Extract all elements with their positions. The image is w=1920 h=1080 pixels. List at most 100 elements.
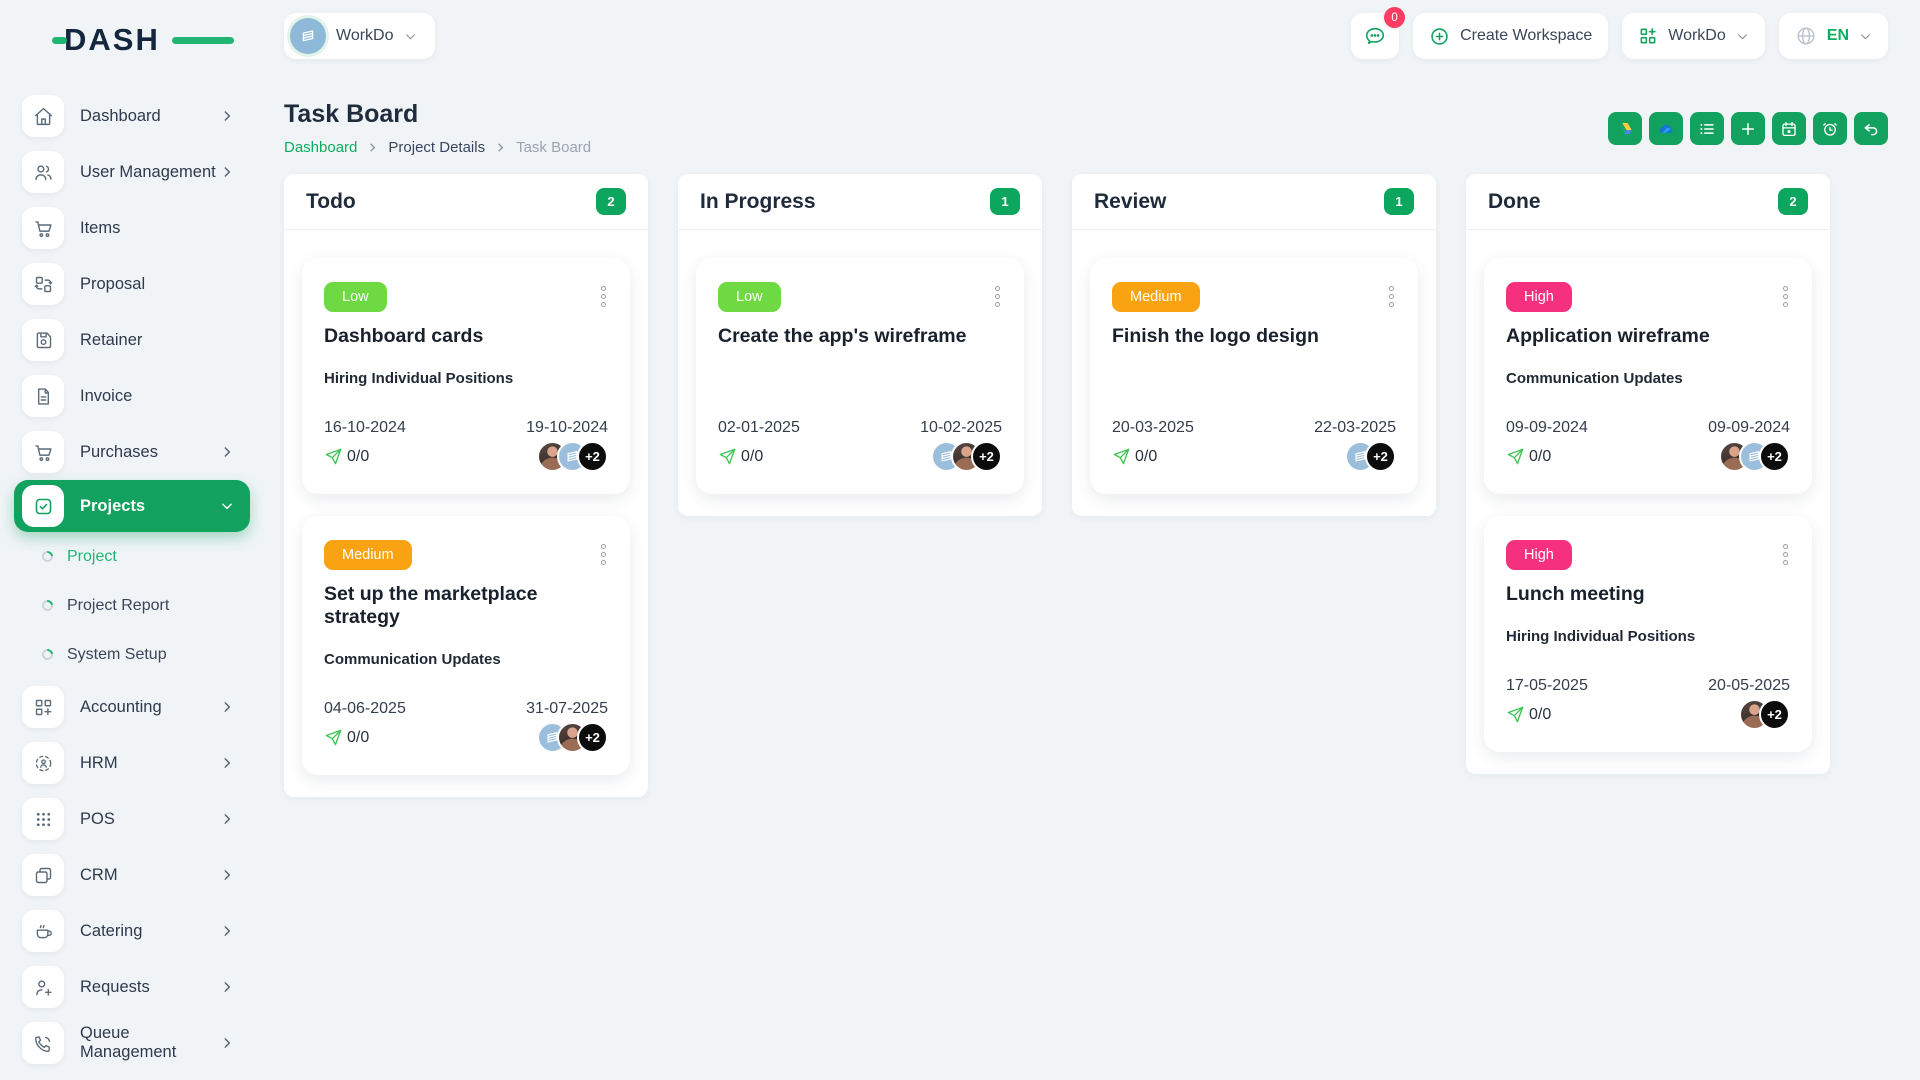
breadcrumb-dashboard[interactable]: Dashboard xyxy=(284,139,357,156)
save-icon xyxy=(22,319,64,361)
logo-bar-icon xyxy=(172,37,234,44)
sidebar-subitem-project[interactable]: Project xyxy=(0,532,258,581)
sidebar-item-hrm[interactable]: HRM xyxy=(0,735,258,791)
extra-members-badge[interactable]: +2 xyxy=(577,722,608,753)
calendar-icon xyxy=(1782,121,1796,136)
app-switcher-dropdown[interactable]: WorkDo xyxy=(1622,13,1765,59)
task-card[interactable]: High Application wireframe Communication… xyxy=(1484,258,1812,494)
task-title[interactable]: Application wireframe xyxy=(1506,325,1790,348)
sidebar-item-purchases[interactable]: Purchases xyxy=(0,424,258,480)
language-label: EN xyxy=(1826,27,1849,44)
task-project: Hiring Individual Positions xyxy=(1506,628,1696,645)
onedrive-button[interactable] xyxy=(1649,112,1683,145)
task-card[interactable]: Low Create the app's wireframe 02-01-202… xyxy=(696,258,1024,494)
language-dropdown[interactable]: EN xyxy=(1778,13,1888,59)
card-menu-button[interactable] xyxy=(1781,540,1790,569)
task-start-date: 04-06-2025 xyxy=(324,700,406,717)
assignee-avatars: +2 xyxy=(1739,699,1790,730)
chevron-right-icon xyxy=(220,165,234,179)
sidebar-item-crm[interactable]: CRM xyxy=(0,847,258,903)
task-project: Hiring Individual Positions xyxy=(324,370,514,387)
task-end-date: 10-02-2025 xyxy=(920,419,1002,436)
chevron-right-icon xyxy=(220,924,234,938)
sidebar-item-label: HRM xyxy=(80,753,118,772)
task-project xyxy=(1112,370,1396,389)
sidebar-item-queue-management[interactable]: Queue Management xyxy=(0,1015,258,1071)
sidebar-item-projects[interactable]: Projects xyxy=(14,480,250,532)
column-cards: Medium Finish the logo design 20-03-2025… xyxy=(1072,230,1436,516)
sidebar-subitem-label: Project xyxy=(67,547,117,565)
sidebar-item-user-management[interactable]: User Management xyxy=(0,144,258,200)
card-menu-button[interactable] xyxy=(993,282,1002,311)
column-title: Review xyxy=(1094,189,1167,213)
workspace-selector[interactable]: WorkDo xyxy=(284,13,435,59)
sidebar-item-invoice[interactable]: Invoice xyxy=(0,368,258,424)
assignee-avatars: +2 xyxy=(931,441,1002,472)
sidebar-item-accounting[interactable]: Accounting xyxy=(0,679,258,735)
sidebar-subitem-system-setup[interactable]: System Setup xyxy=(0,630,258,679)
chevron-right-icon xyxy=(220,868,234,882)
card-menu-button[interactable] xyxy=(1781,282,1790,311)
person-target-icon xyxy=(22,742,64,784)
send-icon xyxy=(1507,448,1524,465)
extra-members-badge[interactable]: +2 xyxy=(971,441,1002,472)
task-card[interactable]: Medium Finish the logo design 20-03-2025… xyxy=(1090,258,1418,494)
task-title[interactable]: Dashboard cards xyxy=(324,325,608,348)
grid-plus-icon xyxy=(22,686,64,728)
windows-icon xyxy=(22,854,64,896)
sidebar-subitem-label: System Setup xyxy=(67,645,167,663)
sidebar-item-label: Projects xyxy=(80,496,146,515)
sidebar-item-label: Queue Management xyxy=(80,1024,177,1061)
sidebar-subitem-project-report[interactable]: Project Report xyxy=(0,581,258,630)
task-title[interactable]: Lunch meeting xyxy=(1506,583,1790,606)
task-progress: 0/0 xyxy=(324,728,369,747)
sidebar-item-dashboard[interactable]: Dashboard xyxy=(0,88,258,144)
chevron-down-icon xyxy=(404,30,417,43)
task-end-date: 19-10-2024 xyxy=(526,419,608,436)
task-title[interactable]: Finish the logo design xyxy=(1112,325,1396,348)
priority-badge: High xyxy=(1506,540,1572,570)
extra-members-badge[interactable]: +2 xyxy=(1759,699,1790,730)
spinner-bullet-icon xyxy=(39,548,56,565)
task-start-date: 17-05-2025 xyxy=(1506,677,1588,694)
extra-members-badge[interactable]: +2 xyxy=(1365,441,1396,472)
calendar-button[interactable] xyxy=(1772,112,1806,145)
task-title[interactable]: Create the app's wireframe xyxy=(718,325,1002,348)
sidebar-item-retainer[interactable]: Retainer xyxy=(0,312,258,368)
extra-members-badge[interactable]: +2 xyxy=(577,441,608,472)
app-logo[interactable]: DASH xyxy=(52,22,234,58)
sidebar-item-proposal[interactable]: Proposal xyxy=(0,256,258,312)
send-icon xyxy=(1113,448,1130,465)
task-card[interactable]: Low Dashboard cards Hiring Individual Po… xyxy=(302,258,630,494)
sidebar-item-catering[interactable]: Catering xyxy=(0,903,258,959)
card-menu-button[interactable] xyxy=(599,540,608,569)
sidebar-item-requests[interactable]: Requests xyxy=(0,959,258,1015)
create-workspace-button[interactable]: Create Workspace xyxy=(1413,13,1609,59)
breadcrumb-project-details[interactable]: Project Details xyxy=(388,139,485,156)
circle-plus-icon xyxy=(1431,27,1448,45)
task-title[interactable]: Set up the marketplace strategy xyxy=(324,583,608,629)
card-menu-button[interactable] xyxy=(599,282,608,311)
chevron-right-icon xyxy=(220,700,234,714)
workspace-name: WorkDo xyxy=(336,27,394,44)
messages-button[interactable]: 0 xyxy=(1351,7,1406,59)
google-drive-button[interactable] xyxy=(1608,112,1642,145)
add-task-button[interactable] xyxy=(1731,112,1765,145)
extra-members-badge[interactable]: +2 xyxy=(1759,441,1790,472)
chevron-right-icon xyxy=(367,142,378,153)
plus-icon xyxy=(1742,122,1754,135)
task-card[interactable]: High Lunch meeting Hiring Individual Pos… xyxy=(1484,516,1812,752)
sidebar-item-label: Requests xyxy=(80,977,150,996)
sidebar-item-items[interactable]: Items xyxy=(0,200,258,256)
sidebar-item-label: Items xyxy=(80,218,121,237)
back-button[interactable] xyxy=(1854,112,1888,145)
timer-button[interactable] xyxy=(1813,112,1847,145)
column-count-badge: 2 xyxy=(596,188,626,215)
task-list-button[interactable] xyxy=(1690,112,1724,145)
users-icon xyxy=(22,151,64,193)
sidebar-item-pos[interactable]: POS xyxy=(0,791,258,847)
workspace-logo xyxy=(290,18,326,54)
sidebar-item-label: Accounting xyxy=(80,697,162,716)
task-card[interactable]: Medium Set up the marketplace strategy C… xyxy=(302,516,630,775)
card-menu-button[interactable] xyxy=(1387,282,1396,311)
